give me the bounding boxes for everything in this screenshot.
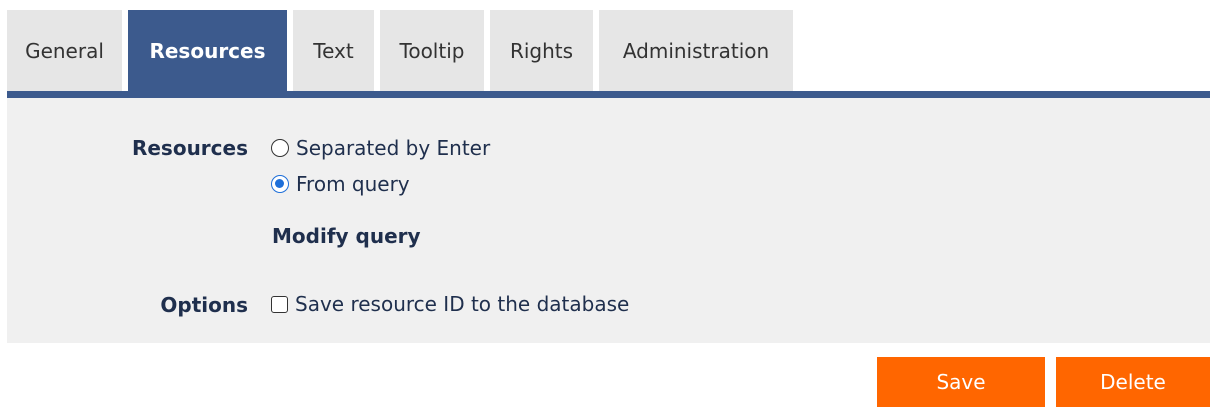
radio-label: From query	[296, 172, 410, 196]
tab-text[interactable]: Text	[293, 10, 374, 91]
radio-label: Separated by Enter	[296, 136, 491, 160]
tab-label: General	[25, 38, 104, 63]
radio-button-checked[interactable]	[271, 175, 289, 193]
tab-label: Tooltip	[399, 38, 465, 63]
save-button[interactable]: Save	[877, 357, 1045, 407]
tab-general[interactable]: General	[7, 10, 122, 91]
resources-label: Resources	[131, 136, 248, 160]
checkbox-unchecked[interactable]	[271, 295, 288, 313]
tab-rights[interactable]: Rights	[490, 10, 593, 91]
tab-label: Rights	[509, 38, 574, 63]
radio-separated-by-enter[interactable]: Separated by Enter	[271, 136, 490, 160]
options-label: Options	[160, 293, 248, 317]
tab-label: Administration	[622, 38, 770, 63]
tab-administration[interactable]: Administration	[599, 10, 793, 91]
checkbox-save-resource-id[interactable]: Save resource ID to the database	[271, 292, 629, 316]
radio-from-query[interactable]: From query	[271, 172, 410, 196]
radio-button-unchecked[interactable]	[271, 139, 289, 157]
checkbox-label: Save resource ID to the database	[295, 292, 630, 316]
tab-label: Text	[313, 38, 354, 63]
modify-query-link[interactable]: Modify query	[272, 224, 421, 248]
tab-underline	[7, 91, 1210, 98]
tab-tooltip[interactable]: Tooltip	[380, 10, 484, 91]
tab-label: Resources	[149, 38, 266, 63]
tab-bar: General Resources Text Tooltip Rights Ad…	[7, 10, 799, 91]
delete-button[interactable]: Delete	[1056, 357, 1210, 407]
tab-resources[interactable]: Resources	[128, 10, 287, 91]
